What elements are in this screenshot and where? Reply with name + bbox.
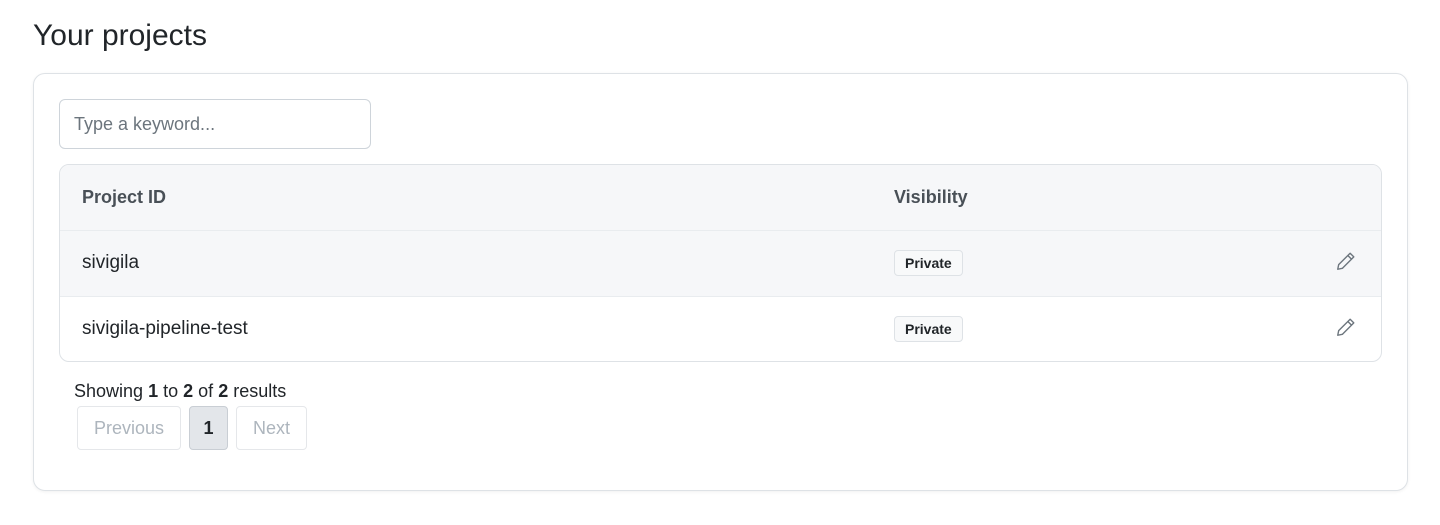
pagination-from: 1 [148,381,159,401]
pagination-of-word: of [198,381,214,401]
edit-button[interactable] [1333,248,1359,274]
visibility-cell: Private [872,296,1292,361]
visibility-cell: Private [872,230,1292,296]
actions-cell [1292,230,1381,296]
visibility-badge: Private [894,250,963,276]
pagination-summary: Showing 1 to 2 of 2 results [74,381,286,402]
page-title: Your projects [33,19,207,52]
table-header-row: Project ID Visibility [60,165,1381,230]
pagination-controls: Previous 1 Next [77,406,308,450]
pagination-prefix: Showing [74,381,144,401]
column-header-visibility[interactable]: Visibility [872,165,1292,230]
visibility-badge: Private [894,316,963,343]
search-input[interactable] [59,99,371,149]
project-id-cell: sivigila [82,252,140,273]
pagination-suffix: results [233,381,287,401]
projects-card: Project ID Visibility sivigila Private [33,73,1408,491]
pagination-to-word: to [163,381,179,401]
column-header-project-id[interactable]: Project ID [60,165,872,230]
projects-table: Project ID Visibility sivigila Private s… [59,164,1382,362]
previous-page-button[interactable]: Previous [77,406,182,450]
pencil-icon [1337,252,1355,270]
table-row[interactable]: sivigila-pipeline-test Private [60,296,1381,361]
next-page-button[interactable]: Next [236,406,308,450]
actions-cell [1292,296,1381,361]
page-1-button[interactable]: 1 [189,406,229,450]
edit-button[interactable] [1333,314,1359,340]
pencil-icon [1337,318,1355,337]
table-row[interactable]: sivigila Private [60,230,1381,296]
pagination-total: 2 [218,381,229,401]
pagination-to: 2 [183,381,194,401]
column-header-actions [1292,165,1381,230]
project-id-cell: sivigila-pipeline-test [82,318,248,340]
